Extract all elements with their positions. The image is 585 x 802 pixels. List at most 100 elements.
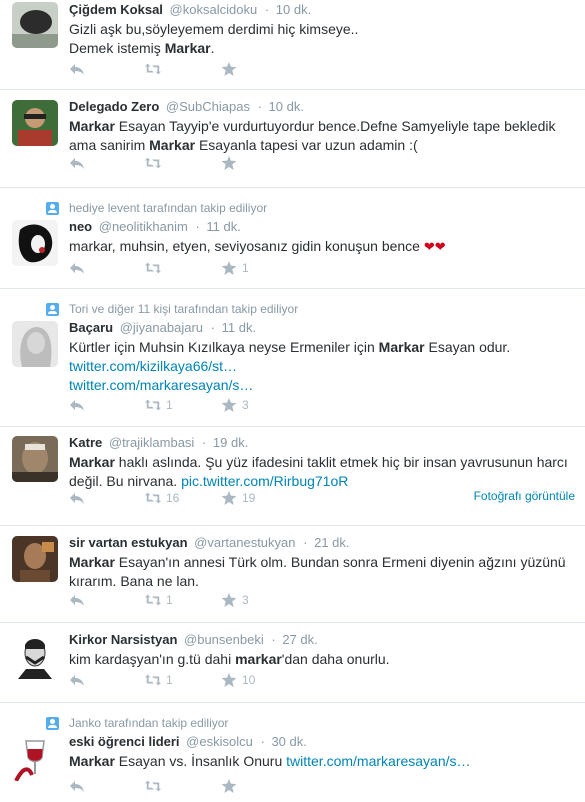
tweet[interactable]: sir vartan estukyan @vartanestukyan · 21… xyxy=(0,526,585,623)
reply-button[interactable] xyxy=(69,398,145,412)
retweet-icon xyxy=(145,594,161,606)
user-name[interactable]: Delegado Zero xyxy=(69,99,159,114)
tweet[interactable]: Tori ve diğer 11 kişi tarafından takip e… xyxy=(0,289,585,427)
tweet[interactable]: Kirkor Narsistyan @bunsenbeki · 27 dk. k… xyxy=(0,623,585,703)
tweet-header: Çiğdem Koksal @koksalcidoku · 10 dk. xyxy=(69,2,577,18)
tweet-header: eski öğrenci lideri @eskisolcu · 30 dk. xyxy=(69,734,577,750)
tweet[interactable]: Çiğdem Koksal @koksalcidoku · 10 dk. Giz… xyxy=(0,0,585,90)
separator: · xyxy=(257,99,262,114)
tweet-text: Markar Esayan Tayyip'e vurdurtuyordur be… xyxy=(69,118,556,153)
retweet-button[interactable]: 1 xyxy=(145,673,221,687)
favorite-button[interactable] xyxy=(221,779,297,793)
separator: · xyxy=(195,219,200,234)
user-name[interactable]: neo xyxy=(69,219,92,234)
separator: · xyxy=(260,734,265,749)
tweet-text: kim kardaşyan'ın g.tü dahi markar'dan da… xyxy=(69,651,390,667)
reply-button[interactable] xyxy=(69,261,145,275)
avatar[interactable] xyxy=(12,633,58,679)
user-handle[interactable]: @vartanestukyan xyxy=(194,535,295,550)
tweet-actions xyxy=(69,62,297,76)
avatar[interactable] xyxy=(12,2,58,48)
timestamp[interactable]: 21 dk. xyxy=(314,535,349,550)
timestamp[interactable]: 19 dk. xyxy=(213,435,248,450)
tweet[interactable]: Delegado Zero @SubChiapas · 10 dk. Marka… xyxy=(0,90,585,188)
follow-context-text[interactable]: Tori ve diğer 11 kişi tarafından takip e… xyxy=(69,302,298,316)
timestamp[interactable]: 10 dk. xyxy=(276,2,311,17)
favorite-count: 3 xyxy=(242,398,249,412)
retweet-icon xyxy=(145,63,161,75)
user-name[interactable]: Baçaru xyxy=(69,320,113,335)
tweet-text: Markar Esayan vs. İnsanlık Onuru twitter… xyxy=(69,753,471,769)
avatar[interactable] xyxy=(12,436,58,482)
tweet[interactable]: Janko tarafından takip ediliyor eski öğr… xyxy=(0,703,585,802)
reply-button[interactable] xyxy=(69,593,145,607)
avatar[interactable] xyxy=(12,735,58,781)
retweet-button[interactable]: 1 xyxy=(145,593,221,607)
user-handle[interactable]: @bunsenbeki xyxy=(184,632,264,647)
user-handle[interactable]: @trajiklambasi xyxy=(109,435,194,450)
timestamp[interactable]: 11 dk. xyxy=(206,219,240,234)
retweet-icon xyxy=(145,157,161,169)
retweet-button[interactable]: 16 xyxy=(145,491,221,505)
user-handle[interactable]: @koksalcidoku xyxy=(170,2,258,17)
separator: · xyxy=(271,632,276,647)
avatar[interactable] xyxy=(12,100,58,146)
retweet-button[interactable] xyxy=(145,779,221,793)
follow-context: Janko tarafından takip ediliyor xyxy=(46,716,228,730)
tweet-text: Markar Esayan'ın annesi Türk olm. Bundan… xyxy=(69,554,566,589)
reply-icon xyxy=(70,595,84,606)
retweet-icon xyxy=(145,780,161,792)
user-name[interactable]: Çiğdem Koksal xyxy=(69,2,163,17)
star-icon xyxy=(221,779,237,793)
follow-context-text[interactable]: Janko tarafından takip ediliyor xyxy=(69,716,228,730)
favorite-button[interactable] xyxy=(221,62,297,76)
follow-context-text[interactable]: hediye levent tarafından takip ediliyor xyxy=(69,201,267,215)
tweet[interactable]: Katre @trajiklambasi · 19 dk. Markar hak… xyxy=(0,427,585,526)
retweet-button[interactable] xyxy=(145,62,221,76)
retweet-button[interactable]: 1 xyxy=(145,398,221,412)
separator: · xyxy=(264,2,270,17)
reply-button[interactable] xyxy=(69,156,145,170)
timestamp[interactable]: 10 dk. xyxy=(269,99,304,114)
user-name[interactable]: eski öğrenci lideri xyxy=(69,734,180,749)
user-name[interactable]: Kirkor Narsistyan xyxy=(69,632,177,647)
reply-icon xyxy=(70,400,84,411)
avatar[interactable] xyxy=(12,321,58,367)
view-photo-link[interactable]: Fotoğrafı görüntüle xyxy=(474,489,575,503)
user-handle[interactable]: @eskisolcu xyxy=(186,734,253,749)
favorite-button[interactable]: 19 xyxy=(221,491,297,505)
star-icon xyxy=(221,593,237,607)
avatar[interactable] xyxy=(12,220,58,266)
person-icon xyxy=(46,302,59,316)
tweet-actions: 1 xyxy=(69,261,297,275)
retweet-count: 1 xyxy=(166,398,173,412)
timestamp[interactable]: 11 dk. xyxy=(222,320,256,335)
follow-context: Tori ve diğer 11 kişi tarafından takip e… xyxy=(46,302,298,316)
user-name[interactable]: sir vartan estukyan xyxy=(69,535,188,550)
retweet-icon xyxy=(145,262,161,274)
timestamp[interactable]: 30 dk. xyxy=(271,734,306,749)
tweet-header: Katre @trajiklambasi · 19 dk. xyxy=(69,435,577,451)
favorite-button[interactable] xyxy=(221,156,297,170)
favorite-button[interactable]: 1 xyxy=(221,261,297,275)
user-handle[interactable]: @neolitikhanim xyxy=(99,219,188,234)
reply-button[interactable] xyxy=(69,62,145,76)
user-handle[interactable]: @SubChiapas xyxy=(166,99,250,114)
reply-button[interactable] xyxy=(69,779,145,793)
retweet-icon xyxy=(145,674,161,686)
tweet-actions: 1 3 xyxy=(69,593,297,607)
star-icon xyxy=(221,62,237,76)
favorite-button[interactable]: 3 xyxy=(221,593,297,607)
user-handle[interactable]: @jiyanabajaru xyxy=(120,320,203,335)
retweet-button[interactable] xyxy=(145,261,221,275)
tweet-text: markar, muhsin, etyen, seviyosanız gidin… xyxy=(69,238,446,254)
user-name[interactable]: Katre xyxy=(69,435,102,450)
reply-button[interactable] xyxy=(69,491,145,505)
retweet-button[interactable] xyxy=(145,156,221,170)
favorite-button[interactable]: 10 xyxy=(221,673,297,687)
tweet[interactable]: hediye levent tarafından takip ediliyor … xyxy=(0,188,585,289)
reply-button[interactable] xyxy=(69,673,145,687)
timestamp[interactable]: 27 dk. xyxy=(282,632,317,647)
favorite-button[interactable]: 3 xyxy=(221,398,297,412)
avatar[interactable] xyxy=(12,536,58,582)
